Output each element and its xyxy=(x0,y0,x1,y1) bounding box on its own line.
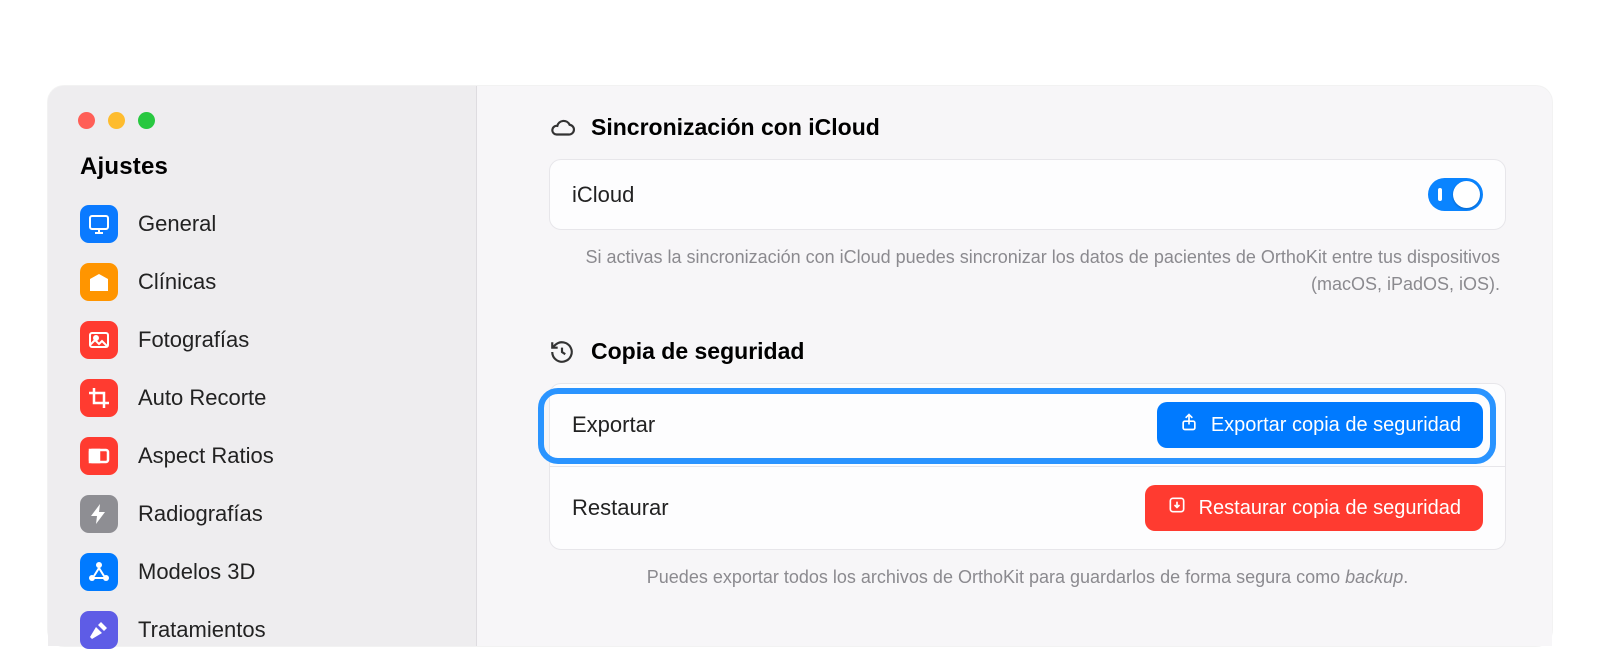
sidebar-item-tratamientos[interactable]: Tratamientos xyxy=(74,601,454,659)
sidebar: Ajustes General Clínicas Fotografías xyxy=(48,86,476,646)
section-title-backup: Copia de seguridad xyxy=(591,338,804,365)
sidebar-item-clinicas[interactable]: Clínicas xyxy=(74,253,454,311)
crop-icon xyxy=(80,379,118,417)
section-title-icloud: Sincronización con iCloud xyxy=(591,114,880,141)
close-window-button[interactable] xyxy=(78,112,95,129)
sidebar-item-label: Modelos 3D xyxy=(138,559,255,585)
building-icon xyxy=(80,263,118,301)
export-row-label: Exportar xyxy=(572,412,655,438)
content-pane: Sincronización con iCloud iCloud Si acti… xyxy=(476,86,1552,646)
sidebar-item-label: Clínicas xyxy=(138,269,216,295)
sidebar-item-label: Aspect Ratios xyxy=(138,443,274,469)
backup-helper-text: Puedes exportar todos los archivos de Or… xyxy=(555,564,1500,591)
sidebar-title: Ajustes xyxy=(74,151,454,195)
restore-backup-button[interactable]: Restaurar copia de seguridad xyxy=(1145,485,1483,531)
sidebar-item-label: Auto Recorte xyxy=(138,385,266,411)
sidebar-item-radiografias[interactable]: Radiografías xyxy=(74,485,454,543)
share-up-icon xyxy=(1179,412,1199,438)
minimize-window-button[interactable] xyxy=(108,112,125,129)
cloud-icon xyxy=(549,115,575,141)
sidebar-item-general[interactable]: General xyxy=(74,195,454,253)
sidebar-item-modelos-3d[interactable]: Modelos 3D xyxy=(74,543,454,601)
icloud-toggle[interactable] xyxy=(1428,178,1483,211)
sidebar-item-label: Tratamientos xyxy=(138,617,266,643)
zoom-window-button[interactable] xyxy=(138,112,155,129)
window-controls xyxy=(74,112,454,129)
icloud-helper-text: Si activas la sincronización con iCloud … xyxy=(555,244,1500,298)
export-backup-button-label: Exportar copia de seguridad xyxy=(1211,414,1461,437)
photo-icon xyxy=(80,321,118,359)
restore-row: Restaurar Restaurar copia de seguridad xyxy=(550,466,1505,549)
network-icon xyxy=(80,553,118,591)
sidebar-item-fotografias[interactable]: Fotografías xyxy=(74,311,454,369)
display-icon xyxy=(80,205,118,243)
sidebar-item-label: General xyxy=(138,211,216,237)
restore-row-label: Restaurar xyxy=(572,495,669,521)
icloud-row: iCloud xyxy=(550,160,1505,229)
sidebar-item-label: Fotografías xyxy=(138,327,249,353)
sidebar-list: General Clínicas Fotografías Auto Recort… xyxy=(74,195,454,659)
restore-backup-button-label: Restaurar copia de seguridad xyxy=(1199,497,1461,520)
hammer-icon xyxy=(80,611,118,649)
icloud-row-box: iCloud xyxy=(549,159,1506,230)
export-backup-button[interactable]: Exportar copia de seguridad xyxy=(1157,402,1483,448)
bolt-icon xyxy=(80,495,118,533)
section-header-icloud: Sincronización con iCloud xyxy=(549,114,1506,141)
export-row: Exportar Exportar copia de seguridad xyxy=(550,384,1505,466)
settings-window: Ajustes General Clínicas Fotografías xyxy=(48,86,1552,646)
backup-row-box: Exportar Exportar copia de seguridad Res… xyxy=(549,383,1506,550)
download-box-icon xyxy=(1167,495,1187,521)
history-icon xyxy=(549,339,575,365)
ratio-icon xyxy=(80,437,118,475)
sidebar-item-aspect-ratios[interactable]: Aspect Ratios xyxy=(74,427,454,485)
sidebar-item-auto-recorte[interactable]: Auto Recorte xyxy=(74,369,454,427)
section-header-backup: Copia de seguridad xyxy=(549,338,1506,365)
sidebar-item-label: Radiografías xyxy=(138,501,263,527)
icloud-row-label: iCloud xyxy=(572,182,634,208)
